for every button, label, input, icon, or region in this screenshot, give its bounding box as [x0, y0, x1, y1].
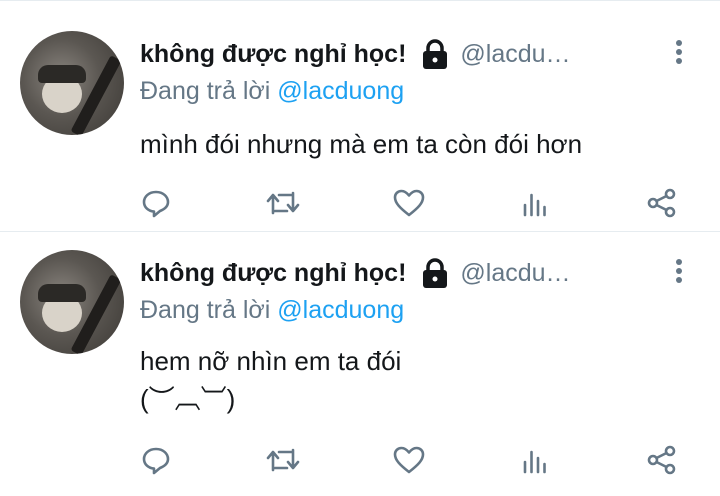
reply-icon[interactable] — [138, 442, 174, 478]
tweet-text: mình đói nhưng mà em ta còn đói hơn — [140, 129, 583, 159]
avatar-cap — [38, 284, 86, 302]
tweet-actions — [138, 440, 680, 480]
replying-mention[interactable]: @lacduong — [277, 77, 404, 105]
author-name[interactable]: không được nghỉ học! — [140, 40, 406, 69]
tweet-header: không được nghỉ học! @lacdu… — [140, 37, 700, 71]
analytics-icon[interactable] — [518, 185, 554, 221]
reply-icon[interactable] — [138, 185, 174, 221]
tweet-header: không được nghỉ học! @lacdu… — [140, 256, 700, 290]
tweet[interactable]: không được nghỉ học! @lacdu… Đang trả lờ… — [0, 0, 720, 232]
replying-to: Đang trả lời @lacduong — [140, 296, 404, 325]
analytics-icon[interactable] — [518, 442, 554, 478]
share-icon[interactable] — [644, 185, 680, 221]
lock-icon — [420, 257, 450, 289]
avatar-cap — [38, 65, 86, 83]
replying-mention[interactable]: @lacduong — [277, 296, 404, 324]
more-vertical-icon[interactable] — [670, 37, 688, 67]
lock-icon — [420, 38, 450, 70]
author-handle[interactable]: @lacdu… — [460, 259, 570, 288]
tweet[interactable]: không được nghỉ học! @lacdu… Đang trả lờ… — [0, 232, 720, 496]
tweet-text: hem nỡ nhìn em ta đói (︶︹︺) — [140, 346, 402, 414]
author-name[interactable]: không được nghỉ học! — [140, 259, 406, 288]
avatar[interactable] — [20, 31, 124, 135]
retweet-icon[interactable] — [265, 442, 301, 478]
more-vertical-icon[interactable] — [670, 256, 688, 286]
like-icon[interactable] — [391, 185, 427, 221]
replying-to: Đang trả lời @lacduong — [140, 77, 404, 106]
share-icon[interactable] — [644, 442, 680, 478]
author-handle[interactable]: @lacdu… — [460, 40, 570, 69]
tweet-actions — [138, 183, 680, 223]
replying-prefix: Đang trả lời — [140, 77, 278, 105]
avatar[interactable] — [20, 250, 124, 354]
replying-prefix: Đang trả lời — [140, 296, 278, 324]
retweet-icon[interactable] — [265, 185, 301, 221]
like-icon[interactable] — [391, 442, 427, 478]
